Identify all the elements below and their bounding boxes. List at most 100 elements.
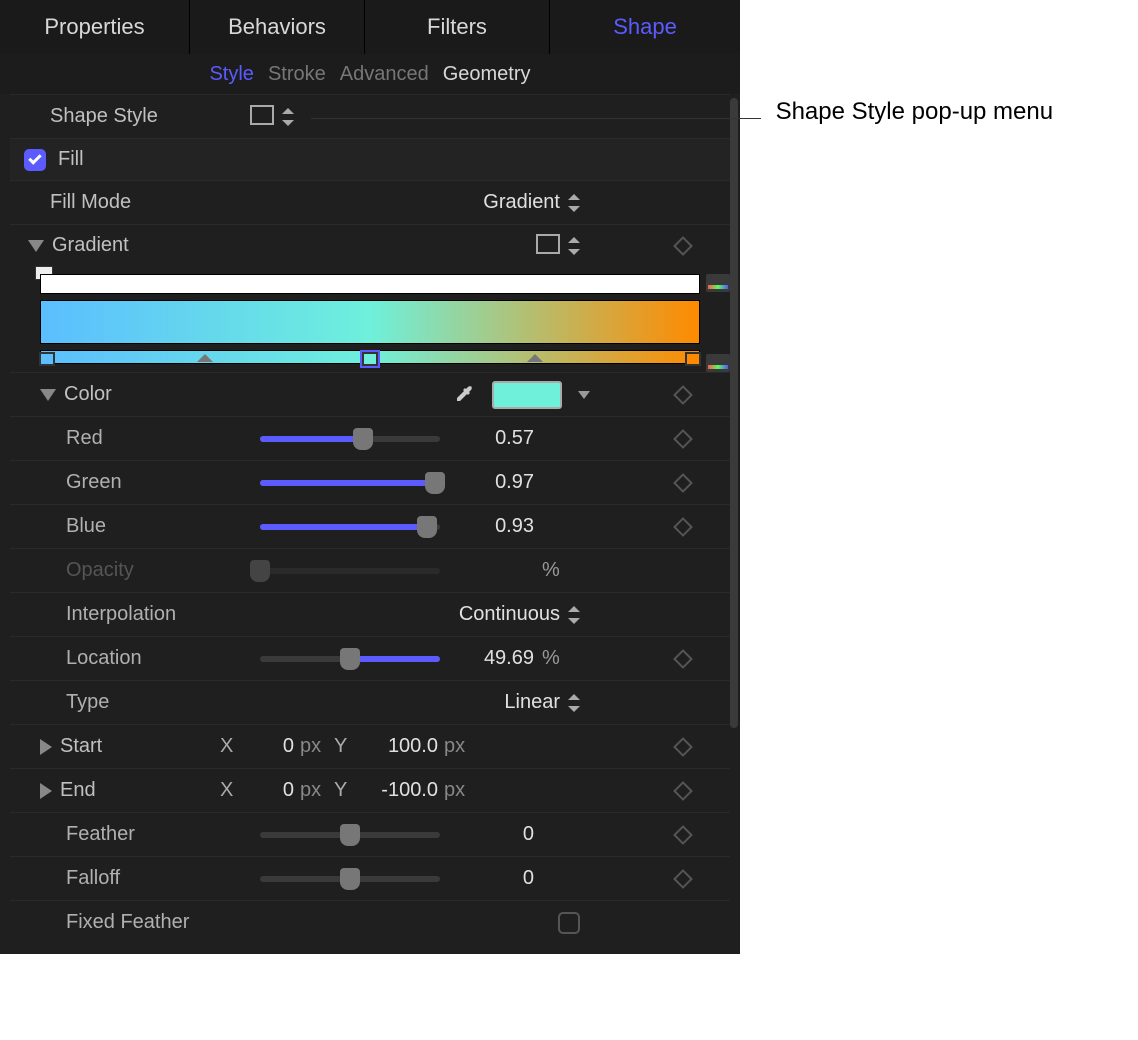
interpolation-popup[interactable] bbox=[568, 606, 580, 624]
type-value[interactable]: Linear bbox=[500, 691, 560, 714]
scrollbar[interactable] bbox=[730, 98, 738, 728]
color-row: Color bbox=[10, 372, 730, 416]
color-dist-button[interactable] bbox=[706, 354, 730, 372]
feather-keyframe[interactable] bbox=[673, 825, 693, 845]
red-label: Red bbox=[66, 427, 260, 450]
tab-filters[interactable]: Filters bbox=[365, 0, 550, 54]
callout-text: Shape Style pop-up menu bbox=[776, 98, 1054, 126]
end-x-unit: px bbox=[300, 779, 328, 802]
fill-mode-row: Fill Mode Gradient bbox=[10, 180, 730, 224]
midpoint-1[interactable] bbox=[197, 354, 213, 362]
falloff-row: Falloff 0 bbox=[10, 856, 730, 900]
subtab-advanced[interactable]: Advanced bbox=[340, 63, 429, 86]
shape-style-row: Shape Style bbox=[10, 94, 730, 138]
fill-checkbox[interactable] bbox=[24, 149, 46, 171]
y-label-2: Y bbox=[334, 779, 352, 802]
color-stop-3[interactable] bbox=[685, 352, 701, 366]
red-row: Red 0.57 bbox=[10, 416, 730, 460]
fill-mode-label: Fill Mode bbox=[50, 191, 250, 214]
red-keyframe[interactable] bbox=[673, 429, 693, 449]
opacity-slider bbox=[260, 568, 440, 574]
shape-style-preset-icon[interactable] bbox=[250, 109, 270, 125]
fill-section-header[interactable]: Fill bbox=[10, 138, 730, 180]
subtab-geometry[interactable]: Geometry bbox=[443, 63, 531, 86]
shape-style-label: Shape Style bbox=[50, 105, 250, 128]
opacity-unit: % bbox=[542, 559, 570, 582]
opacity-bar[interactable] bbox=[40, 274, 700, 294]
red-value[interactable]: 0.57 bbox=[474, 427, 534, 450]
green-slider[interactable] bbox=[260, 480, 440, 486]
falloff-keyframe[interactable] bbox=[673, 869, 693, 889]
feather-row: Feather 0 bbox=[10, 812, 730, 856]
opacity-dist-button[interactable] bbox=[706, 274, 730, 292]
location-value[interactable]: 49.69 bbox=[474, 647, 534, 670]
green-row: Green 0.97 bbox=[10, 460, 730, 504]
fill-title: Fill bbox=[58, 148, 258, 171]
gradient-label: Gradient bbox=[52, 234, 252, 257]
color-stop-1[interactable] bbox=[39, 352, 55, 366]
feather-slider[interactable] bbox=[260, 832, 440, 838]
location-keyframe[interactable] bbox=[673, 649, 693, 669]
fixed-feather-checkbox[interactable] bbox=[558, 912, 580, 934]
type-row: Type Linear bbox=[10, 680, 730, 724]
fixed-feather-label: Fixed Feather bbox=[66, 911, 260, 934]
feather-label: Feather bbox=[66, 823, 260, 846]
blue-keyframe[interactable] bbox=[673, 517, 693, 537]
gradient-bar[interactable] bbox=[40, 300, 700, 344]
feather-value[interactable]: 0 bbox=[474, 823, 534, 846]
start-x-value[interactable]: 0 bbox=[244, 735, 294, 758]
fill-mode-popup[interactable] bbox=[568, 194, 580, 212]
tab-shape[interactable]: Shape bbox=[550, 0, 740, 54]
gradient-editor[interactable] bbox=[10, 266, 730, 372]
color-swatch[interactable] bbox=[492, 381, 562, 409]
gradient-preset-icon[interactable] bbox=[536, 238, 556, 254]
subtab-style[interactable]: Style bbox=[209, 63, 253, 86]
location-unit: % bbox=[542, 647, 570, 670]
opacity-row: Opacity % bbox=[10, 548, 730, 592]
red-slider[interactable] bbox=[260, 436, 440, 442]
blue-label: Blue bbox=[66, 515, 260, 538]
inspector-panel: Properties Behaviors Filters Shape Style… bbox=[0, 0, 740, 954]
shape-style-popup[interactable] bbox=[282, 108, 294, 126]
color-stop-2[interactable] bbox=[362, 352, 378, 366]
start-keyframe[interactable] bbox=[673, 737, 693, 757]
falloff-slider[interactable] bbox=[260, 876, 440, 882]
y-label: Y bbox=[334, 735, 352, 758]
end-y-value[interactable]: -100.0 bbox=[358, 779, 438, 802]
color-disclosure[interactable] bbox=[40, 389, 56, 401]
gradient-row: Gradient bbox=[10, 224, 730, 266]
end-y-unit: px bbox=[444, 779, 472, 802]
location-slider[interactable] bbox=[260, 656, 440, 662]
eyedropper-icon[interactable] bbox=[452, 383, 476, 407]
midpoint-2[interactable] bbox=[527, 354, 543, 362]
start-disclosure[interactable] bbox=[40, 739, 52, 755]
color-swatch-chevron[interactable] bbox=[578, 391, 590, 399]
blue-row: Blue 0.93 bbox=[10, 504, 730, 548]
gradient-disclosure[interactable] bbox=[28, 240, 44, 252]
subtab-bar: Style Stroke Advanced Geometry bbox=[0, 54, 740, 94]
color-label: Color bbox=[64, 383, 264, 406]
end-row: End X 0 px Y -100.0 px bbox=[10, 768, 730, 812]
type-popup[interactable] bbox=[568, 694, 580, 712]
interpolation-label: Interpolation bbox=[66, 603, 260, 626]
gradient-preset-popup[interactable] bbox=[568, 237, 580, 255]
interpolation-value[interactable]: Continuous bbox=[459, 603, 560, 626]
fill-mode-value[interactable]: Gradient bbox=[483, 191, 560, 214]
end-x-value[interactable]: 0 bbox=[244, 779, 294, 802]
location-label: Location bbox=[66, 647, 260, 670]
green-value[interactable]: 0.97 bbox=[474, 471, 534, 494]
green-keyframe[interactable] bbox=[673, 473, 693, 493]
x-label-2: X bbox=[220, 779, 238, 802]
start-row: Start X 0 px Y 100.0 px bbox=[10, 724, 730, 768]
end-keyframe[interactable] bbox=[673, 781, 693, 801]
subtab-stroke[interactable]: Stroke bbox=[268, 63, 326, 86]
falloff-value[interactable]: 0 bbox=[474, 867, 534, 890]
tab-properties[interactable]: Properties bbox=[0, 0, 190, 54]
start-y-value[interactable]: 100.0 bbox=[358, 735, 438, 758]
end-label: End bbox=[60, 779, 220, 802]
location-row: Location 49.69 % bbox=[10, 636, 730, 680]
blue-value[interactable]: 0.93 bbox=[474, 515, 534, 538]
blue-slider[interactable] bbox=[260, 524, 440, 530]
end-disclosure[interactable] bbox=[40, 783, 52, 799]
tab-behaviors[interactable]: Behaviors bbox=[190, 0, 365, 54]
